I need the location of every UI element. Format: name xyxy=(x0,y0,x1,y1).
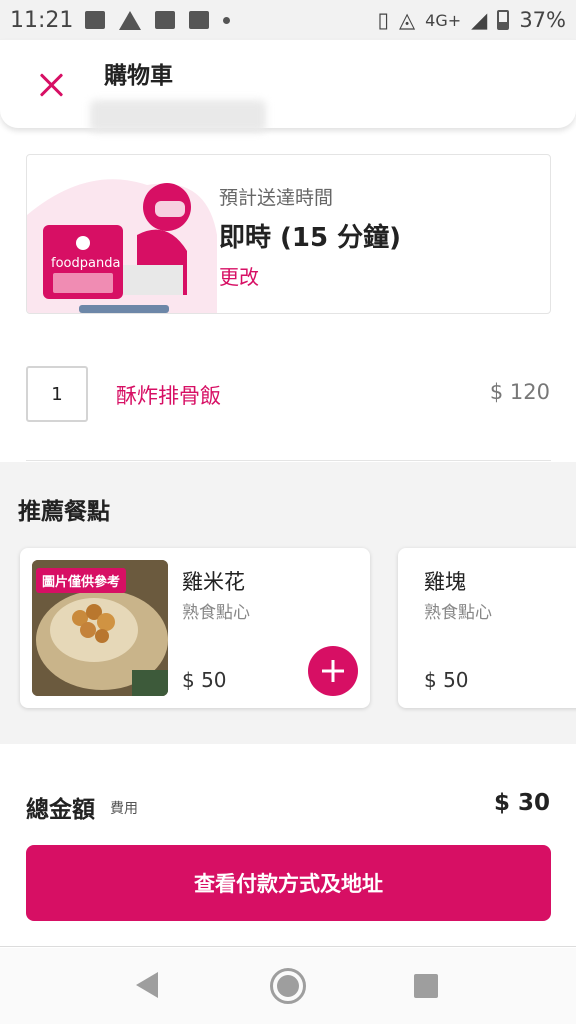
recommended-title: 推薦餐點 xyxy=(18,499,110,525)
page-title: 購物車 xyxy=(104,63,173,89)
battery-level: 37% xyxy=(519,8,566,32)
blurred-subtitle xyxy=(90,100,266,132)
rider-illustration: foodpanda xyxy=(27,179,217,313)
food-name: 雞米花 xyxy=(182,570,245,594)
status-right: ▯ ◬ 4G+ ◢ 37% xyxy=(377,8,566,32)
quantity-value: 1 xyxy=(51,383,63,405)
cart-item-price: $ 120 xyxy=(489,380,550,404)
food-category: 熟食點心 xyxy=(182,603,250,623)
total-value: $ 30 xyxy=(493,790,550,816)
change-eta-link[interactable]: 更改 xyxy=(219,261,259,290)
recent-apps-icon[interactable] xyxy=(414,974,438,998)
battery-icon xyxy=(497,10,510,30)
dot-icon xyxy=(223,16,231,24)
checkout-button-label: 查看付款方式及地址 xyxy=(194,872,383,896)
network-type: 4G+ xyxy=(425,10,462,30)
back-icon[interactable] xyxy=(136,972,158,998)
eta-label: 預計送達時間 xyxy=(219,187,334,209)
status-time: 11:21 xyxy=(10,7,74,33)
add-item-button[interactable] xyxy=(308,646,358,696)
cart-item-name[interactable]: 酥炸排骨飯 xyxy=(116,380,221,410)
recommended-item-card[interactable]: 雞塊 熟食點心 $ 50 xyxy=(398,548,576,708)
total-label: 總金額 xyxy=(26,797,95,823)
food-price: $ 50 xyxy=(424,668,469,692)
app-header: 購物車 xyxy=(0,40,576,132)
checkout-button[interactable]: 查看付款方式及地址 xyxy=(26,845,551,921)
fee-label: 費用 xyxy=(110,801,138,817)
image-disclaimer-badge: 圖片僅供參考 xyxy=(36,568,127,593)
divider xyxy=(26,460,551,461)
warning-icon xyxy=(119,10,142,30)
cast-icon xyxy=(155,11,176,29)
brand-logo-text: foodpanda xyxy=(51,256,120,271)
status-bar: 11:21 ▯ ◬ 4G+ ◢ 37% xyxy=(0,0,576,40)
food-category: 熟食點心 xyxy=(424,603,492,623)
image-icon xyxy=(85,11,106,29)
quantity-selector[interactable]: 1 xyxy=(26,366,88,422)
wifi-icon: ◬ xyxy=(399,8,416,32)
close-icon[interactable] xyxy=(36,70,66,100)
system-nav-bar xyxy=(0,948,576,1024)
food-price: $ 50 xyxy=(182,668,227,692)
food-image: 圖片僅供參考 xyxy=(32,560,168,696)
message-icon xyxy=(189,11,210,29)
recommended-item-card[interactable]: 圖片僅供參考 雞米花 熟食點心 $ 50 xyxy=(20,548,370,708)
signal-icon: ◢ xyxy=(471,8,488,32)
eta-value: 即時 (15 分鐘) xyxy=(219,223,402,253)
divider xyxy=(0,946,576,947)
delivery-time-card: foodpanda 預計送達時間 即時 (15 分鐘) 更改 xyxy=(26,154,551,314)
vibrate-icon: ▯ xyxy=(377,8,390,32)
food-name: 雞塊 xyxy=(424,570,466,594)
recommended-section: 推薦餐點 圖片僅供參考 雞米花 熟食點心 $ 50 雞塊 熟食點心 $ 50 xyxy=(0,462,576,744)
home-icon[interactable] xyxy=(270,968,306,1004)
